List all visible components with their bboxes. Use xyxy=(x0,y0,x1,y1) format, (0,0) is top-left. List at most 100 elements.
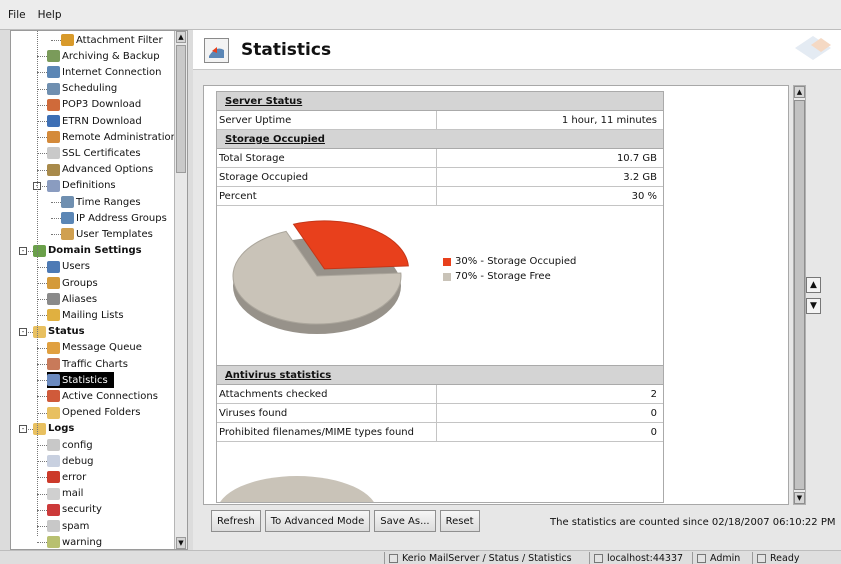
tree-item-config[interactable]: config xyxy=(47,437,93,453)
tree-item-traffic-charts[interactable]: Traffic Charts xyxy=(47,356,128,372)
content-scroll-thumb[interactable] xyxy=(794,100,805,490)
expander-icon[interactable]: - xyxy=(19,327,27,336)
table-row: Viruses found 0 xyxy=(217,404,663,423)
tree-item-label: Internet Connection xyxy=(62,66,162,78)
tree-item-label: Message Queue xyxy=(62,342,142,354)
tree-connector xyxy=(51,218,61,220)
tree-item-advanced-options[interactable]: Advanced Options xyxy=(47,162,153,178)
tree-item-label: Statistics xyxy=(62,374,108,386)
chart-legend: 30% - Storage Occupied 70% - Storage Fre… xyxy=(443,254,576,284)
scroll-up-arrow-icon[interactable]: ▲ xyxy=(176,31,186,43)
refresh-button[interactable]: Refresh xyxy=(211,510,261,532)
reset-button[interactable]: Reset xyxy=(439,510,480,532)
tree-connector xyxy=(37,315,47,317)
tree-scroll-thumb[interactable] xyxy=(176,45,186,173)
tree-item-label: Scheduling xyxy=(62,83,118,95)
clock-icon xyxy=(47,82,60,95)
tree-item-scheduling[interactable]: Scheduling xyxy=(47,81,117,97)
menu-help[interactable]: Help xyxy=(38,9,62,21)
tree-item-label: Groups xyxy=(62,277,98,289)
tree-item-aliases[interactable]: Aliases xyxy=(47,291,97,307)
tree-item-remote-administration[interactable]: Remote Administration xyxy=(47,129,177,145)
status-host: localhost:44337 xyxy=(589,552,683,564)
tree-item-warning[interactable]: warning xyxy=(47,534,102,549)
log-icon xyxy=(47,439,60,451)
row-key: Storage Occupied xyxy=(217,168,437,186)
tree-item-spam[interactable]: spam xyxy=(47,518,89,534)
menu-file[interactable]: File xyxy=(8,9,26,21)
tree-item-label: security xyxy=(62,504,102,516)
tree-item-domain-settings[interactable]: Domain Settings xyxy=(33,243,142,259)
expander-icon[interactable]: - xyxy=(19,424,27,433)
tree-item-logs[interactable]: Logs xyxy=(33,421,74,437)
tree-item-opened-folders[interactable]: Opened Folders xyxy=(47,405,141,421)
row-value: 3.2 GB xyxy=(623,172,657,183)
button-bar: Refresh To Advanced Mode Save As... Rese… xyxy=(211,510,480,532)
tree-connector xyxy=(37,364,47,365)
row-value: 1 hour, 11 minutes xyxy=(561,115,657,126)
tree-item-label: Status xyxy=(48,326,85,338)
tree-item-label: Traffic Charts xyxy=(62,358,128,370)
navigation-tree: Attachment Filter Archiving & Backup Inter… xyxy=(10,30,188,550)
tree-item-user-templates[interactable]: User Templates xyxy=(61,226,153,242)
tree-item-label: debug xyxy=(62,455,94,467)
tree-item-label: Active Connections xyxy=(62,390,158,402)
tree-item-statistics[interactable]: Statistics xyxy=(47,372,114,389)
tree-item-error[interactable]: error xyxy=(47,469,86,485)
tree-item-security[interactable]: security xyxy=(47,502,102,518)
tree-connector xyxy=(51,40,61,41)
filter-icon xyxy=(61,34,74,46)
error-icon xyxy=(47,471,60,484)
tree-item-mail[interactable]: mail xyxy=(47,486,83,502)
tree-item-groups[interactable]: Groups xyxy=(47,275,98,291)
folder-icon xyxy=(33,325,46,338)
time-icon xyxy=(61,196,74,208)
tree-item-active-connections[interactable]: Active Connections xyxy=(47,388,158,404)
scroll-down-arrow-icon[interactable]: ▼ xyxy=(794,492,805,504)
tree-item-label: mail xyxy=(62,488,84,500)
tree-connector xyxy=(37,153,47,155)
tree-connector xyxy=(37,299,47,301)
tree-item-users[interactable]: Users xyxy=(47,259,90,275)
tree-item-debug[interactable]: debug xyxy=(47,453,94,469)
tree-item-attachment-filter[interactable]: Attachment Filter xyxy=(61,32,163,48)
globe-icon xyxy=(33,244,46,257)
legend-swatch xyxy=(443,257,451,266)
tree-connector xyxy=(37,445,47,446)
security-icon xyxy=(47,503,60,516)
tree-connector xyxy=(37,72,47,74)
save-as-button[interactable]: Save As... xyxy=(374,510,436,532)
row-key: Viruses found xyxy=(217,404,437,422)
tree-item-internet-connection[interactable]: Internet Connection xyxy=(47,64,161,80)
legend-swatch xyxy=(443,272,451,281)
tree-item-definitions[interactable]: Definitions xyxy=(47,178,116,194)
tree-item-archiving-backup[interactable]: Archiving & Backup xyxy=(47,48,160,64)
expander-icon[interactable]: - xyxy=(19,246,27,255)
tree-item-mailing-lists[interactable]: Mailing Lists xyxy=(47,307,124,323)
scroll-up-arrow-icon[interactable]: ▲ xyxy=(794,86,805,98)
tree-item-ip-address-groups[interactable]: IP Address Groups xyxy=(61,210,167,226)
ip-icon xyxy=(61,212,74,225)
tree-item-pop3-download[interactable]: POP3 Download xyxy=(47,97,141,113)
content-scrollbar[interactable]: ▲ ▼ xyxy=(793,85,806,505)
tree-item-etrn-download[interactable]: ETRN Download xyxy=(47,113,142,129)
tree-item-time-ranges[interactable]: Time Ranges xyxy=(61,194,141,210)
scroll-down-arrow-icon[interactable]: ▼ xyxy=(176,537,186,549)
tree-item-label: Definitions xyxy=(62,180,116,192)
tree-item-message-queue[interactable]: Message Queue xyxy=(47,340,142,356)
move-up-button[interactable]: ▲ xyxy=(806,277,821,293)
chart-icon xyxy=(47,358,60,370)
advanced-mode-button[interactable]: To Advanced Mode xyxy=(264,510,371,532)
status-state: Ready xyxy=(752,552,800,564)
tree-connector xyxy=(37,104,47,106)
template-icon xyxy=(61,228,74,241)
tree-connector xyxy=(37,526,47,527)
table-row: Storage Occupied 3.2 GB xyxy=(217,168,663,187)
move-down-button[interactable]: ▼ xyxy=(806,298,821,314)
menu-bar: File Help xyxy=(0,0,841,30)
tree-item-ssl-certificates[interactable]: SSL Certificates xyxy=(47,145,141,161)
statistics-since-text: The statistics are counted since 02/18/2… xyxy=(550,517,836,528)
tree-scrollbar[interactable]: ▲ ▼ xyxy=(174,31,187,549)
page-title: Statistics xyxy=(241,40,332,60)
tree-item-status[interactable]: Status xyxy=(33,324,85,340)
